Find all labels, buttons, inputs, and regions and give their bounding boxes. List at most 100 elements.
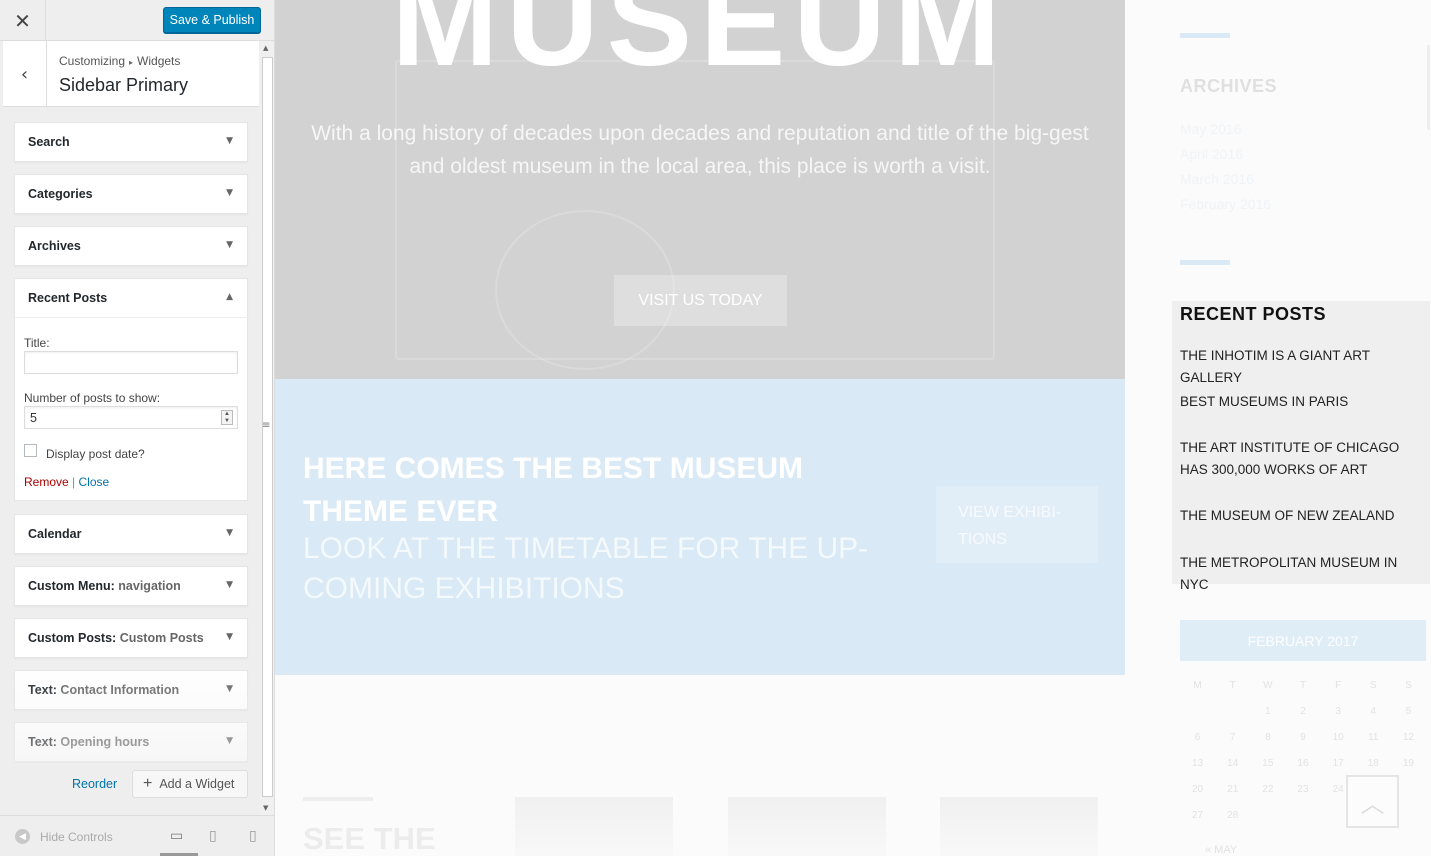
section-title: Sidebar Primary	[59, 75, 189, 95]
plus-icon: +	[143, 775, 153, 792]
widget-categories[interactable]: Categories ▼	[14, 174, 248, 214]
calendar-day: 28	[1227, 809, 1239, 821]
archives-heading: ARCHIVES	[1180, 76, 1278, 96]
archive-link[interactable]: May 2016	[1180, 121, 1241, 137]
calendar-day: 5	[1405, 705, 1412, 717]
archive-link[interactable]: March 2016	[1180, 171, 1254, 187]
site-preview: MUSEUM With a long history of decades up…	[275, 0, 1431, 856]
title-input[interactable]	[24, 351, 238, 374]
widget-subtitle: Contact Information	[60, 683, 180, 697]
archive-link[interactable]: April 2016	[1180, 146, 1243, 162]
recent-post-link[interactable]: BEST MUSEUMS IN PARIS	[1180, 391, 1426, 413]
widget-calendar[interactable]: Calendar ▼	[14, 514, 248, 554]
widget-title: Recent Posts	[28, 291, 108, 305]
resize-grip-icon[interactable]: ≡	[262, 420, 270, 431]
calendar-day: 8	[1265, 731, 1271, 743]
calendar-week: 6 7 8 9 10 11 12	[1180, 724, 1426, 750]
hide-controls-button[interactable]: ◀ Hide Controls	[15, 829, 113, 844]
exhibition-thumbnail[interactable]	[515, 797, 673, 856]
calendar-day: 2	[1300, 705, 1306, 717]
recent-post-link[interactable]: THE METROPOLITAN MUSEUM IN NYC	[1180, 552, 1426, 596]
archive-link[interactable]: February 2016	[1180, 196, 1271, 212]
title-label: Title:	[24, 336, 50, 350]
close-icon: ✕	[14, 8, 31, 33]
exhibition-thumbnail[interactable]	[940, 797, 1098, 856]
scroll-down-icon[interactable]: ▼	[263, 804, 268, 812]
recent-post-link[interactable]: THE MUSEUM OF NEW ZEALAND	[1180, 505, 1426, 527]
remove-link[interactable]: Remove	[24, 475, 69, 489]
widget-recent-posts[interactable]: Recent Posts ▲	[14, 278, 248, 318]
close-customizer-button[interactable]: ✕	[0, 0, 46, 41]
preview-scrollbar[interactable]	[1427, 45, 1430, 130]
display-date-label: Display post date?	[46, 447, 145, 461]
display-date-checkbox[interactable]	[24, 444, 37, 457]
calendar-day: 21	[1227, 783, 1239, 795]
mobile-icon[interactable]: ▯	[249, 828, 257, 844]
widget-text-contact[interactable]: Text: Contact Information ▼	[14, 670, 248, 710]
add-widget-button[interactable]: + Add a Widget	[132, 770, 248, 798]
recent-post-link[interactable]: THE ART INSTITUTE OF CHICAGO HAS 300,000…	[1180, 437, 1426, 481]
recent-posts-widget: RECENT POSTS THE INHOTIM IS A GIANT ART …	[1172, 301, 1430, 592]
view-exhibitions-button[interactable]: VIEW EXHIBI-TIONS	[936, 486, 1098, 563]
hero-description: With a long history of decades upon deca…	[311, 122, 1089, 178]
widget-title: Text: Opening hours	[28, 735, 149, 749]
tablet-icon[interactable]: ▯	[209, 828, 217, 844]
widget-type: Text:	[28, 735, 57, 749]
calendar-day-header: W	[1263, 679, 1273, 691]
calendar-day: 15	[1262, 757, 1274, 769]
calendar-day-header: T	[1229, 679, 1236, 691]
actions-separator: |	[72, 475, 76, 489]
close-link[interactable]: Close	[79, 475, 110, 489]
section-accent-line	[303, 797, 373, 801]
cta-subheading: LOOK AT THE TIMETABLE FOR THE UP-COMING …	[303, 532, 869, 605]
calendar-day: 17	[1332, 757, 1344, 769]
widget-search[interactable]: Search ▼	[14, 122, 248, 162]
calendar-day	[1180, 698, 1215, 724]
see-the-heading: SEE THE	[303, 821, 436, 856]
calendar-day: 9	[1300, 731, 1306, 743]
number-posts-input[interactable]: 5 ▲ ▼	[24, 406, 238, 429]
recent-post-link[interactable]: THE INHOTIM IS A GIANT ART GALLERY	[1180, 345, 1426, 389]
calendar-day-header: S	[1405, 679, 1412, 691]
widget-title: Search	[28, 135, 70, 149]
back-arrow-icon: ‹	[20, 63, 29, 85]
widget-custom-menu[interactable]: Custom Menu: navigation ▼	[14, 566, 248, 606]
reorder-link[interactable]: Reorder	[72, 777, 117, 791]
calendar-day: 11	[1368, 731, 1379, 743]
expand-arrow-icon: ▼	[226, 528, 233, 538]
breadcrumb-widgets: Widgets	[137, 54, 181, 68]
calendar-prev-link[interactable]: « MAY	[1205, 844, 1237, 856]
desktop-icon[interactable]: ▭	[170, 828, 183, 844]
visit-us-button[interactable]: VISIT US TODAY	[614, 275, 787, 326]
widget-text-hours[interactable]: Text: Opening hours ▼	[14, 722, 248, 762]
calendar-day: 6	[1194, 731, 1201, 743]
calendar-week: 1 2 3 4 5	[1180, 698, 1426, 724]
number-posts-label: Number of posts to show:	[24, 391, 161, 405]
exhibition-thumbnail[interactable]	[728, 797, 886, 856]
widget-actions: Remove | Close	[24, 475, 109, 489]
widget-custom-posts[interactable]: Custom Posts: Custom Posts ▼	[14, 618, 248, 658]
stepper-icon[interactable]: ▲ ▼	[221, 410, 233, 425]
calendar-day: 4	[1370, 705, 1377, 717]
customizer-panel: ✕ Save & Publish ‹ Customizing ▸ Widgets S…	[0, 0, 275, 856]
save-publish-button[interactable]: Save & Publish	[163, 7, 261, 33]
expand-arrow-icon: ▼	[226, 136, 233, 146]
widget-type: Text:	[28, 683, 57, 697]
widget-title: Categories	[28, 187, 93, 201]
calendar-day-header: M	[1193, 679, 1202, 691]
widget-archives[interactable]: Archives ▼	[14, 226, 248, 266]
customizer-footer: ◀ Hide Controls ▭ ▯ ▯	[0, 815, 274, 856]
hero-section: MUSEUM With a long history of decades up…	[275, 0, 1125, 379]
number-posts-value: 5	[30, 411, 37, 425]
chevron-up-icon: ︿	[1360, 791, 1385, 818]
scroll-up-icon[interactable]: ▲	[263, 44, 268, 52]
calendar-day-header: T	[1299, 679, 1307, 691]
widgets-scroll-area: ‹ Customizing ▸ Widgets Sidebar Primary Se…	[0, 41, 274, 815]
customizer-header: ✕ Save & Publish	[0, 0, 274, 41]
calendar-day: 16	[1297, 757, 1309, 769]
widget-title: Archives	[28, 239, 81, 253]
widget-type: Custom Menu:	[28, 579, 115, 593]
calendar-day: 19	[1402, 757, 1414, 769]
back-to-top-button[interactable]: ︿	[1346, 775, 1399, 828]
back-button[interactable]: ‹	[3, 41, 47, 107]
